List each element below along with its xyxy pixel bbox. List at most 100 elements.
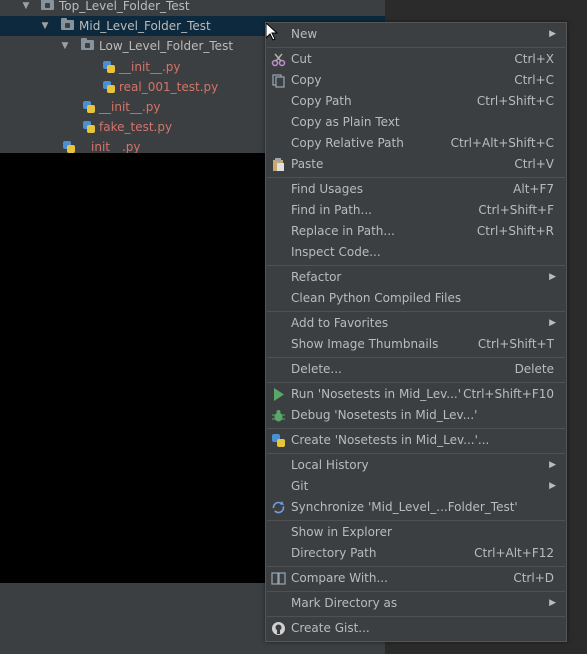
menu-item-copy-path[interactable]: Copy Path Ctrl+Shift+C <box>266 91 566 112</box>
python-file-icon <box>82 100 96 114</box>
mouse-cursor-icon <box>266 23 278 41</box>
menu-label: Synchronize 'Mid_Level_...Folder_Test' <box>291 500 518 514</box>
menu-label: Copy Relative Path <box>291 136 404 150</box>
menu-shortcut: Ctrl+Shift+T <box>477 337 554 351</box>
menu-item-paste[interactable]: Paste Ctrl+V <box>266 154 566 175</box>
menu-item-show-image-thumbnails[interactable]: Show Image Thumbnails Ctrl+Shift+T <box>266 334 566 355</box>
tree-label: real_001_test.py <box>119 80 219 94</box>
menu-label: Paste <box>291 157 324 171</box>
tree-label: __init__.py <box>119 60 181 74</box>
compare-icon <box>271 571 286 586</box>
menu-item-git[interactable]: Git ▶ <box>266 476 566 497</box>
menu-label: New <box>291 27 318 41</box>
menu-item-directory-path[interactable]: Directory Path Ctrl+Alt+F12 <box>266 543 566 564</box>
menu-shortcut: Alt+F7 <box>513 182 554 196</box>
menu-separator <box>267 520 565 521</box>
menu-item-refactor[interactable]: Refactor ▶ <box>266 267 566 288</box>
menu-label: Find Usages <box>291 182 364 196</box>
bug-icon <box>271 408 286 423</box>
submenu-arrow-icon: ▶ <box>549 318 556 328</box>
tree-label: Mid_Level_Folder_Test <box>79 19 211 33</box>
menu-separator <box>267 453 565 454</box>
menu-item-create-gist[interactable]: Create Gist... <box>266 618 566 639</box>
menu-shortcut: Ctrl+V <box>514 157 554 171</box>
tree-label: __init__.py <box>99 100 161 114</box>
menu-item-copy[interactable]: Copy Ctrl+C <box>266 70 566 91</box>
menu-label: Find in Path... <box>291 203 372 217</box>
menu-item-copy-plain-text[interactable]: Copy as Plain Text <box>266 112 566 133</box>
menu-label: Compare With... <box>291 571 388 585</box>
tree-label: Low_Level_Folder_Test <box>99 39 234 53</box>
menu-separator <box>267 47 565 48</box>
expand-arrow-icon[interactable]: ▼ <box>60 36 70 56</box>
menu-label: Local History <box>291 458 369 472</box>
menu-label: Delete... <box>291 362 342 376</box>
menu-label: Replace in Path... <box>291 224 395 238</box>
menu-item-clean-python-compiled[interactable]: Clean Python Compiled Files <box>266 288 566 309</box>
menu-item-delete[interactable]: Delete... Delete <box>266 359 566 380</box>
submenu-arrow-icon: ▶ <box>549 481 556 491</box>
python-icon <box>271 433 286 448</box>
menu-label: Copy <box>291 73 322 87</box>
python-file-icon <box>62 140 76 154</box>
menu-separator <box>267 616 565 617</box>
menu-item-inspect-code[interactable]: Inspect Code... <box>266 242 566 263</box>
menu-shortcut: Ctrl+Alt+F12 <box>474 546 554 560</box>
menu-shortcut: Ctrl+Shift+R <box>476 224 554 238</box>
menu-item-synchronize[interactable]: Synchronize 'Mid_Level_...Folder_Test' <box>266 497 566 518</box>
menu-item-debug-nosetests[interactable]: Debug 'Nosetests in Mid_Lev...' <box>266 405 566 426</box>
menu-item-find-usages[interactable]: Find Usages Alt+F7 <box>266 179 566 200</box>
python-file-icon <box>102 80 116 94</box>
expand-arrow-icon[interactable]: ▼ <box>40 16 50 36</box>
submenu-arrow-icon: ▶ <box>549 460 556 470</box>
menu-item-add-to-favorites[interactable]: Add to Favorites ▶ <box>266 313 566 334</box>
menu-item-compare-with[interactable]: Compare With... Ctrl+D <box>266 568 566 589</box>
menu-label: Create 'Nosetests in Mid_Lev...'... <box>291 433 490 447</box>
tree-row-top-level-folder[interactable]: ▼ Top_Level_Folder_Test <box>0 0 385 16</box>
menu-label: Refactor <box>291 270 342 284</box>
menu-shortcut: Ctrl+Shift+C <box>476 94 554 108</box>
menu-item-mark-directory-as[interactable]: Mark Directory as ▶ <box>266 593 566 614</box>
python-file-icon <box>102 60 116 74</box>
context-menu: New ▶ Cut Ctrl+X Copy Ctrl+C Copy Path C… <box>265 22 567 642</box>
menu-label: Copy as Plain Text <box>291 115 400 129</box>
menu-separator <box>267 382 565 383</box>
scissors-icon <box>271 52 286 67</box>
menu-item-cut[interactable]: Cut Ctrl+X <box>266 49 566 70</box>
menu-item-find-in-path[interactable]: Find in Path... Ctrl+Shift+F <box>266 200 566 221</box>
menu-separator <box>267 177 565 178</box>
menu-label: Cut <box>291 52 312 66</box>
menu-shortcut: Ctrl+Shift+F10 <box>463 387 554 401</box>
folder-icon <box>61 18 74 30</box>
menu-item-run-nosetests[interactable]: Run 'Nosetests in Mid_Lev...' Ctrl+Shift… <box>266 384 566 405</box>
menu-label: Run 'Nosetests in Mid_Lev...' <box>291 387 462 401</box>
menu-label: Add to Favorites <box>291 316 389 330</box>
menu-label: Show in Explorer <box>291 525 392 539</box>
menu-item-new[interactable]: New ▶ <box>266 24 566 45</box>
menu-label: Mark Directory as <box>291 596 398 610</box>
menu-separator <box>267 591 565 592</box>
menu-label: Show Image Thumbnails <box>291 337 439 351</box>
menu-separator <box>267 357 565 358</box>
menu-label: Directory Path <box>291 546 377 560</box>
menu-shortcut: Ctrl+Alt+Shift+C <box>450 136 554 150</box>
submenu-arrow-icon: ▶ <box>549 272 556 282</box>
run-icon <box>271 387 286 402</box>
menu-separator <box>267 566 565 567</box>
menu-label: Create Gist... <box>291 621 370 635</box>
black-overlay <box>0 153 266 583</box>
python-file-icon <box>82 120 96 134</box>
menu-item-replace-in-path[interactable]: Replace in Path... Ctrl+Shift+R <box>266 221 566 242</box>
menu-item-copy-relative-path[interactable]: Copy Relative Path Ctrl+Alt+Shift+C <box>266 133 566 154</box>
tree-label: fake_test.py <box>99 120 173 134</box>
menu-item-local-history[interactable]: Local History ▶ <box>266 455 566 476</box>
menu-label: Debug 'Nosetests in Mid_Lev...' <box>291 408 478 422</box>
menu-item-show-in-explorer[interactable]: Show in Explorer <box>266 522 566 543</box>
github-icon <box>271 621 286 636</box>
menu-item-create-nosetests[interactable]: Create 'Nosetests in Mid_Lev...'... <box>266 430 566 451</box>
menu-label: Inspect Code... <box>291 245 381 259</box>
menu-shortcut: Ctrl+D <box>513 571 554 585</box>
folder-icon <box>41 0 54 10</box>
menu-separator <box>267 311 565 312</box>
expand-arrow-icon[interactable]: ▼ <box>21 0 31 16</box>
